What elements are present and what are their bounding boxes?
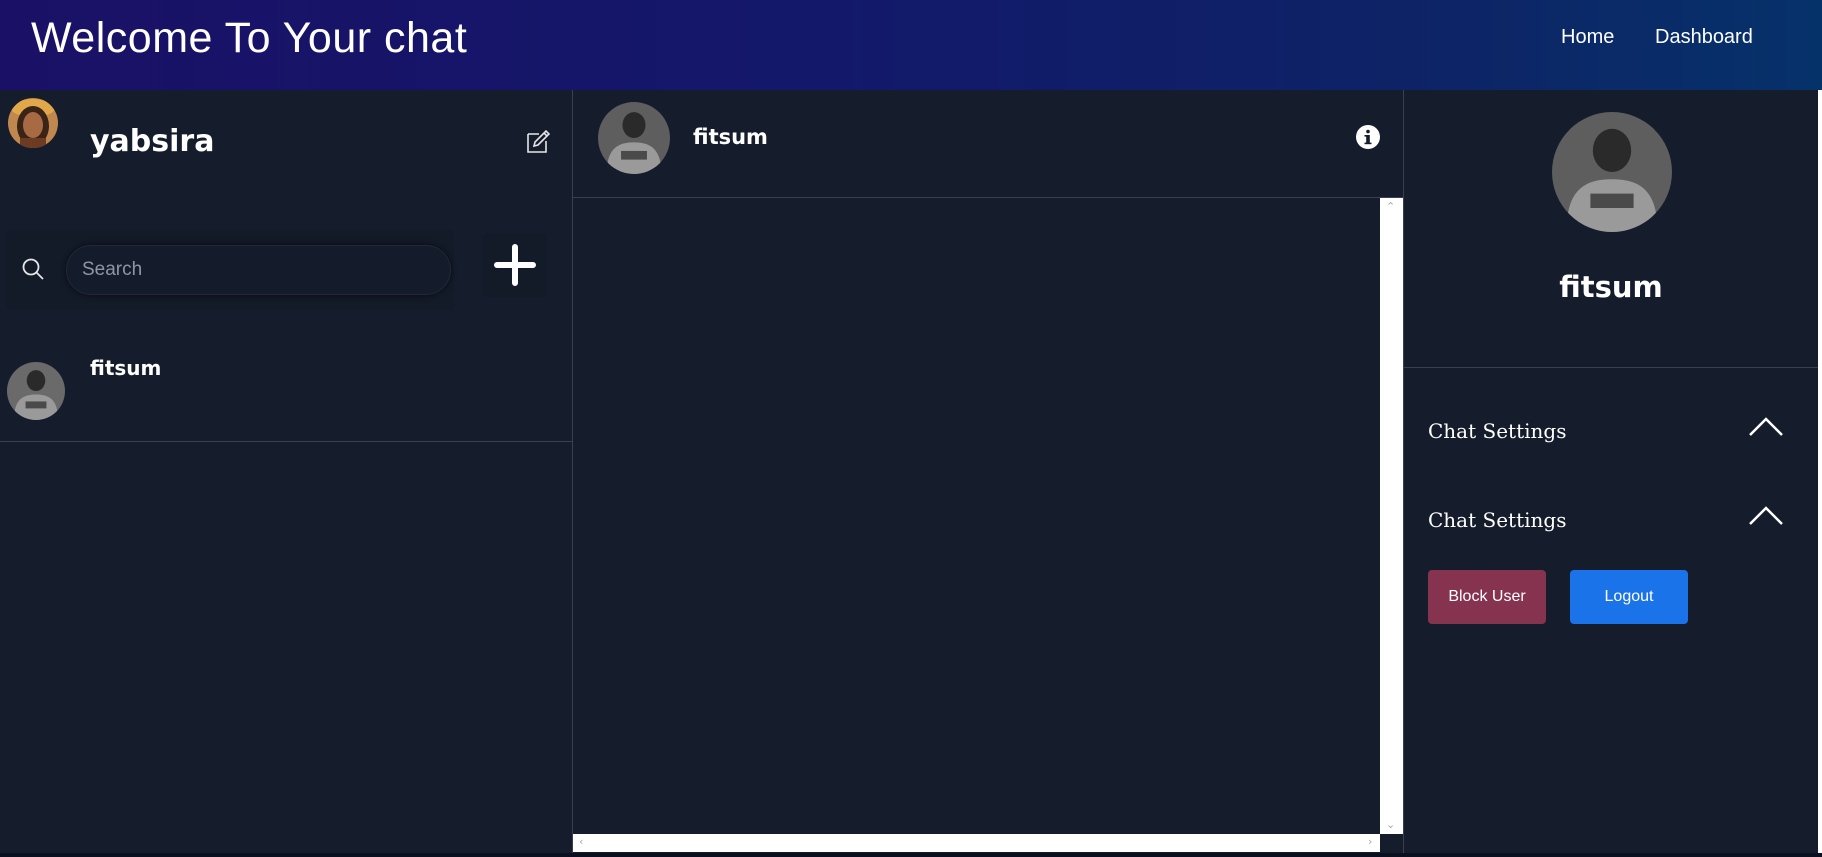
- block-user-button[interactable]: Block User: [1428, 570, 1546, 624]
- logout-button[interactable]: Logout: [1570, 570, 1688, 624]
- chat-settings-row-1[interactable]: Chat Settings: [1404, 407, 1818, 457]
- info-icon[interactable]: [1356, 125, 1380, 149]
- search-input[interactable]: [66, 245, 451, 295]
- nav-dashboard-link[interactable]: Dashboard: [1655, 26, 1753, 49]
- scroll-down-arrow-icon[interactable]: ⌄: [1386, 818, 1395, 831]
- search-bar: [6, 230, 454, 310]
- message-area[interactable]: [573, 198, 1380, 834]
- horizontal-scrollbar[interactable]: ‹ ›: [573, 834, 1380, 852]
- nav-home-link[interactable]: Home: [1561, 26, 1614, 49]
- search-icon[interactable]: [20, 256, 46, 282]
- chat-settings-row-2[interactable]: Chat Settings: [1404, 496, 1818, 546]
- conversation-sidebar: yabsira fitsum: [0, 90, 573, 853]
- chat-settings-label: Chat Settings: [1428, 508, 1567, 532]
- scroll-up-arrow-icon[interactable]: ⌃: [1386, 200, 1395, 213]
- chevron-up-icon[interactable]: [1748, 415, 1784, 439]
- add-chat-button[interactable]: [483, 233, 547, 297]
- divider: [1404, 367, 1818, 368]
- contact-avatar: [7, 362, 65, 420]
- bottom-edge: [0, 853, 1822, 857]
- chat-contact-name: fitsum: [693, 125, 768, 149]
- scroll-right-arrow-icon[interactable]: ›: [1368, 835, 1372, 848]
- profile-name: fitsum: [1559, 270, 1663, 304]
- app-title: Welcome To Your chat: [31, 14, 468, 62]
- page-scrollbar[interactable]: [1818, 90, 1822, 853]
- chat-panel: fitsum ⌃ ⌄ ‹ ›: [573, 90, 1404, 853]
- chat-settings-label: Chat Settings: [1428, 419, 1567, 443]
- profile-avatar: [1552, 112, 1672, 232]
- top-navbar: Welcome To Your chat Home Dashboard: [0, 0, 1822, 90]
- contact-list-item[interactable]: fitsum: [0, 340, 572, 442]
- edit-icon[interactable]: [525, 129, 551, 155]
- chat-header: fitsum: [573, 90, 1403, 198]
- chat-contact-avatar[interactable]: [598, 102, 670, 174]
- chevron-up-icon[interactable]: [1748, 504, 1784, 528]
- contact-name: fitsum: [90, 356, 162, 380]
- scroll-left-arrow-icon[interactable]: ‹: [579, 835, 583, 848]
- vertical-scrollbar[interactable]: ⌃ ⌄: [1380, 198, 1403, 834]
- user-avatar[interactable]: [8, 98, 58, 148]
- profile-panel: fitsum Chat Settings Chat Settings Block…: [1404, 90, 1818, 853]
- plus-icon: [494, 244, 536, 286]
- current-user-name: yabsira: [90, 124, 215, 159]
